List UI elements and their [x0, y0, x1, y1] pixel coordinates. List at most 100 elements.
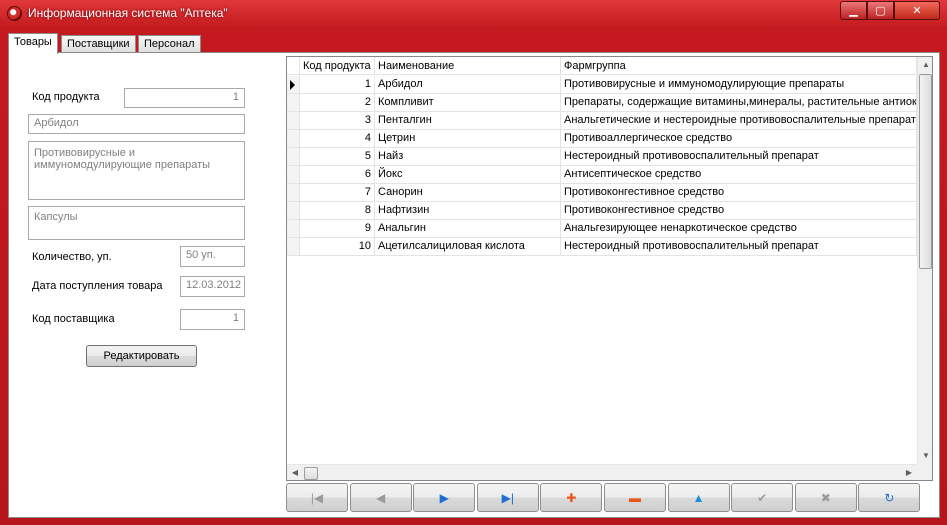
next-record-button[interactable]: ▶ [413, 483, 476, 512]
insert-record-icon: ✚ [566, 490, 577, 505]
cell-group[interactable]: Противоконгестивное средство [561, 202, 917, 220]
cell-name[interactable]: Санорин [375, 184, 561, 202]
cell-group[interactable]: Противовирусные и иммуномодулирующие пре… [561, 76, 917, 94]
cell-code[interactable]: 1 [300, 76, 375, 94]
cell-name[interactable]: Компливит [375, 94, 561, 112]
cell-name[interactable]: Цетрин [375, 130, 561, 148]
cell-name[interactable]: Найз [375, 148, 561, 166]
cell-code[interactable]: 8 [300, 202, 375, 220]
cancel-record-button[interactable]: ✖ [794, 483, 857, 512]
cell-group[interactable]: Антисептическое средство [561, 166, 917, 184]
scroll-down-icon[interactable]: ▼ [918, 448, 932, 464]
column-header-name[interactable]: Наименование [375, 57, 561, 75]
cell-code[interactable]: 10 [300, 238, 375, 256]
table-row[interactable]: 3 Пенталгин Анальгетические и нестероидные… [287, 112, 917, 130]
cell-name[interactable]: Нафтизин [375, 202, 561, 220]
dosage-form-field[interactable]: Капсулы [28, 206, 245, 240]
row-header[interactable] [287, 112, 300, 130]
edit-record-button[interactable]: ▲ [667, 483, 730, 512]
horizontal-scroll-thumb[interactable] [304, 467, 318, 480]
row-header[interactable] [287, 148, 300, 166]
cell-code[interactable]: 2 [300, 94, 375, 112]
supplier-code-label: Код поставщика [32, 313, 115, 325]
table-row[interactable]: 10 Ацетилсалициловая кислота Нестероидный … [287, 238, 917, 256]
last-record-button[interactable]: ▶| [476, 483, 539, 512]
products-grid[interactable]: Код продукта Наименование Фармгруппа 1 Ар… [286, 56, 933, 481]
row-header[interactable] [287, 220, 300, 238]
title-bar[interactable]: Информационная система "Аптека" ▁ ▢ ✕ [0, 0, 947, 28]
table-row[interactable]: 6 Йокс Антисептическое средство [287, 166, 917, 184]
row-header[interactable] [287, 166, 300, 184]
table-row[interactable]: 4 Цетрин Противоаллергическое средство [287, 130, 917, 148]
arrival-date-label: Дата поступления товара [32, 280, 163, 292]
grid-header: Код продукта Наименование Фармгруппа [287, 57, 932, 75]
db-navigator: |◀ ◀ ▶ ▶| ✚ ▬ ▲ ✔ ✖ ↻ [286, 483, 933, 513]
cell-group[interactable]: Противоконгестивное средство [561, 184, 917, 202]
table-row[interactable]: 1 Арбидол Противовирусные и иммуномодулиру… [287, 76, 917, 94]
cell-group[interactable]: Анальгезирующее ненаркотическое средство [561, 220, 917, 238]
quantity-label: Количество, уп. [32, 251, 112, 263]
scroll-right-icon[interactable]: ▶ [901, 465, 917, 480]
product-code-label: Код продукта [32, 91, 100, 103]
post-record-button[interactable]: ✔ [731, 483, 794, 512]
insert-record-button[interactable]: ✚ [540, 483, 603, 512]
product-name-field[interactable]: Арбидол [28, 114, 245, 134]
prior-record-button[interactable]: ◀ [349, 483, 412, 512]
cell-group[interactable]: Противоаллергическое средство [561, 130, 917, 148]
first-record-button[interactable]: |◀ [286, 483, 348, 512]
maximize-button[interactable]: ▢ [867, 1, 894, 20]
first-record-icon: |◀ [310, 490, 324, 505]
row-header[interactable] [287, 130, 300, 148]
row-header[interactable] [287, 184, 300, 202]
scroll-up-icon[interactable]: ▲ [918, 57, 932, 73]
cell-name[interactable]: Анальгин [375, 220, 561, 238]
table-row[interactable]: 2 Компливит Препараты, содержащие витамины… [287, 94, 917, 112]
cell-code[interactable]: 9 [300, 220, 375, 238]
cell-name[interactable]: Ацетилсалициловая кислота [375, 238, 561, 256]
cell-code[interactable]: 6 [300, 166, 375, 184]
tab-staff[interactable]: Персонал [138, 35, 201, 53]
horizontal-scrollbar[interactable]: ◀ ▶ [287, 464, 917, 480]
cell-name[interactable]: Йокс [375, 166, 561, 184]
minimize-button[interactable]: ▁ [840, 1, 867, 20]
column-header-code[interactable]: Код продукта [300, 57, 375, 75]
row-header-corner [287, 57, 300, 75]
cell-group[interactable]: Препараты, содержащие витамины,минералы,… [561, 94, 917, 112]
cell-name[interactable]: Арбидол [375, 76, 561, 94]
column-header-group[interactable]: Фармгруппа [561, 57, 917, 75]
cell-group[interactable]: Нестероидный противовоспалительный препа… [561, 148, 917, 166]
tab-goods[interactable]: Товары [8, 33, 58, 54]
cell-name[interactable]: Пенталгин [375, 112, 561, 130]
cell-code[interactable]: 4 [300, 130, 375, 148]
table-row[interactable]: 5 Найз Нестероидный противовоспалительный … [287, 148, 917, 166]
row-header[interactable] [287, 202, 300, 220]
cell-code[interactable]: 3 [300, 112, 375, 130]
table-row[interactable]: 7 Санорин Противоконгестивное средство [287, 184, 917, 202]
close-button[interactable]: ✕ [894, 1, 940, 20]
current-row-pointer-icon [290, 80, 295, 90]
table-row[interactable]: 8 Нафтизин Противоконгестивное средство [287, 202, 917, 220]
cell-code[interactable]: 7 [300, 184, 375, 202]
edit-record-icon: ▲ [692, 490, 705, 505]
last-record-icon: ▶| [501, 490, 514, 505]
cell-group[interactable]: Нестероидный противовоспалительный препа… [561, 238, 917, 256]
cell-code[interactable]: 5 [300, 148, 375, 166]
table-row[interactable]: 9 Анальгин Анальгезирующее ненаркотическое… [287, 220, 917, 238]
quantity-field[interactable]: 50 уп. [180, 246, 245, 267]
scroll-left-icon[interactable]: ◀ [287, 465, 303, 480]
pharm-group-field[interactable]: Противовирусные и иммуномодулирующие пре… [28, 141, 245, 200]
row-header[interactable] [287, 76, 300, 94]
window-title: Информационная система "Аптека" [28, 6, 228, 20]
tab-suppliers[interactable]: Поставщики [61, 35, 136, 53]
product-code-field[interactable]: 1 [124, 88, 245, 108]
row-header[interactable] [287, 238, 300, 256]
edit-button[interactable]: Редактировать [86, 345, 197, 367]
delete-record-button[interactable]: ▬ [604, 483, 666, 512]
supplier-code-field[interactable]: 1 [180, 309, 245, 330]
cell-group[interactable]: Анальгетические и нестероидные противово… [561, 112, 917, 130]
arrival-date-field[interactable]: 12.03.2012 [180, 276, 245, 297]
vertical-scrollbar[interactable]: ▲ ▼ [917, 57, 932, 464]
refresh-records-button[interactable]: ↻ [858, 483, 921, 512]
vertical-scroll-thumb[interactable] [919, 74, 932, 269]
row-header[interactable] [287, 94, 300, 112]
